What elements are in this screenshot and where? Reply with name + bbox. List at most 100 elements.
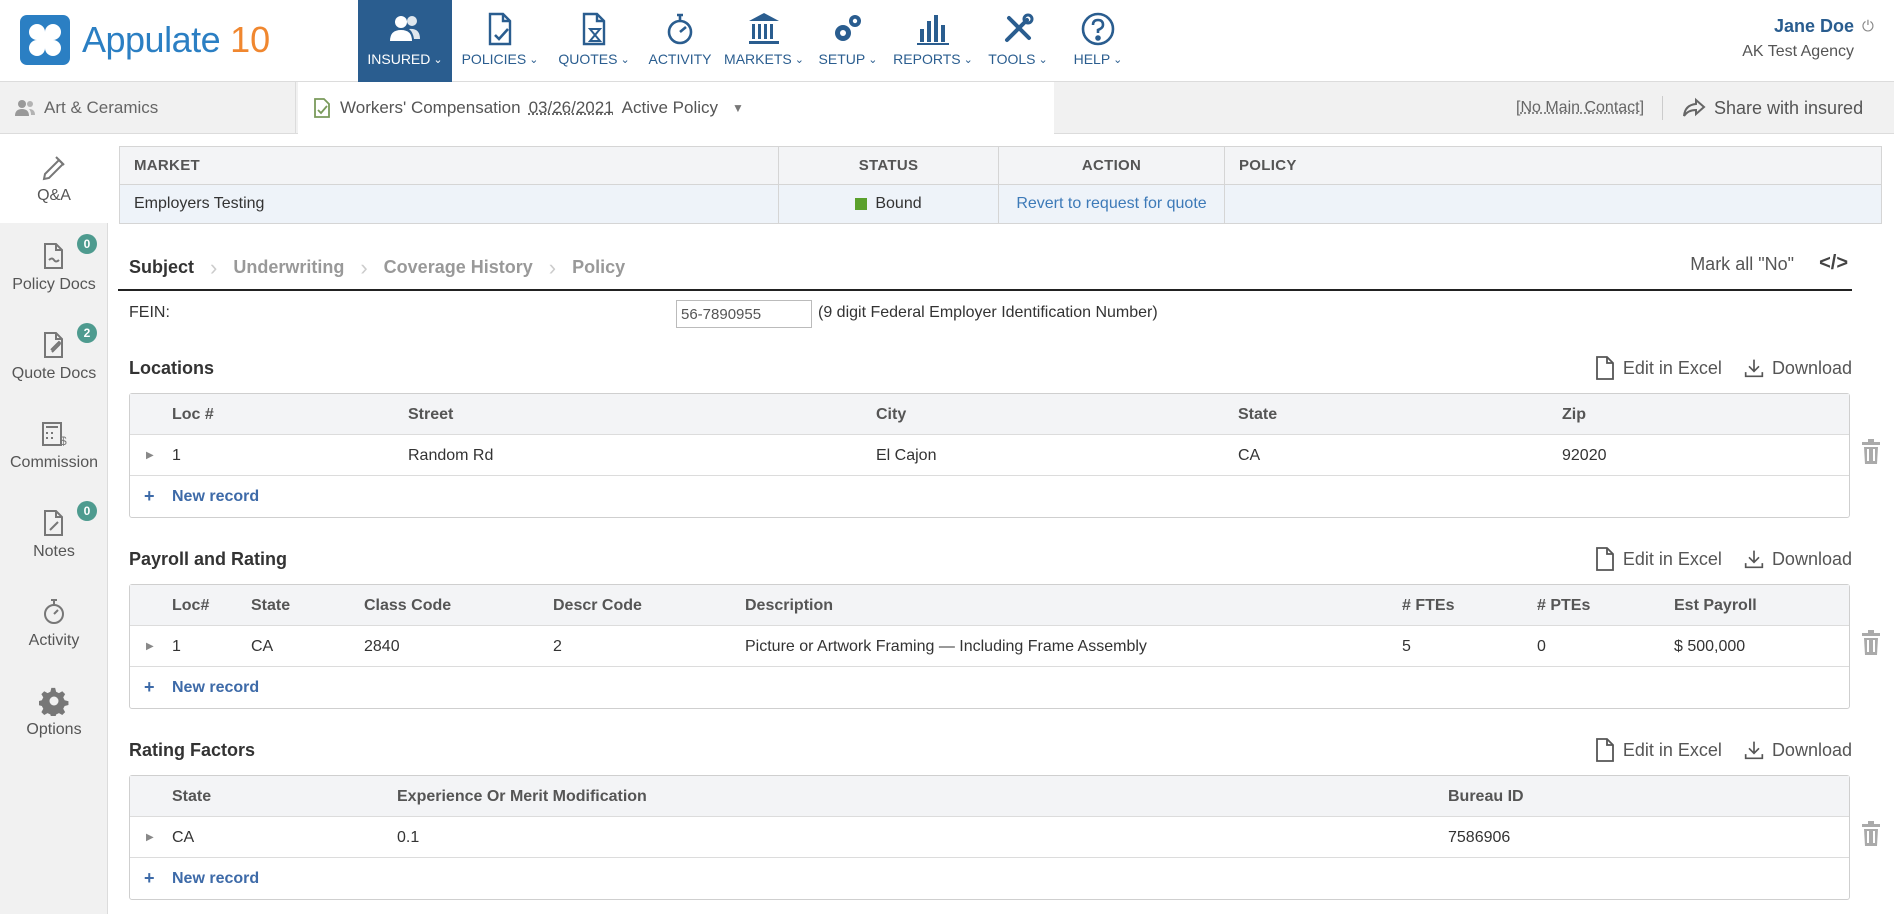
column-header-bureau-id: Bureau ID	[1448, 787, 1524, 805]
policy-docs-icon	[44, 243, 63, 269]
column-header-city: City	[876, 405, 907, 423]
column-header-class-code: Class Code	[364, 596, 452, 614]
app-logo[interactable]: Appulate 10	[20, 15, 270, 65]
column-header-loc: Loc#	[172, 596, 210, 614]
bank-icon	[749, 13, 779, 44]
tab-subject[interactable]: Subject	[129, 257, 194, 278]
chevron-right-icon: ›	[548, 254, 557, 280]
tab-underwriting[interactable]: Underwriting	[233, 257, 344, 278]
caret-down-icon[interactable]: ▼	[732, 101, 744, 115]
column-header-ftes: # FTEs	[1402, 596, 1455, 614]
rail-item-commission[interactable]: $ Commission	[0, 401, 108, 490]
rail-item-activity[interactable]: Activity	[0, 579, 108, 668]
status-text: Bound	[875, 195, 922, 212]
market-name: Employers Testing	[120, 185, 779, 223]
locations-edit-excel-button[interactable]: Edit in Excel	[1595, 356, 1722, 380]
locations-grid: Loc # Street City State Zip ▶ 1 Random R…	[129, 393, 1850, 518]
nav-insured[interactable]: INSURED ⌄	[358, 0, 452, 82]
download-icon	[1744, 550, 1764, 569]
left-rail: Q&A Policy Docs Quote Docs $ Commission …	[0, 134, 109, 914]
rating-edit-excel-button[interactable]: Edit in Excel	[1595, 738, 1722, 762]
user-info[interactable]: Jane Doe AK Test Agency	[1742, 16, 1854, 61]
column-header-state: State	[172, 787, 212, 805]
share-with-insured-button[interactable]: Share with insured	[1682, 82, 1863, 134]
markets-table: MARKET STATUS ACTION POLICY Employers Te…	[119, 146, 1882, 224]
nav-label: REPORTS	[893, 51, 961, 67]
rail-item-options[interactable]: Options	[0, 668, 108, 757]
new-record-label: New record	[172, 487, 260, 505]
cell-state: CA	[172, 828, 195, 846]
cell-city: El Cajon	[876, 446, 937, 464]
nav-policies[interactable]: POLICIES ⌄	[452, 0, 548, 82]
notes-count-badge: 0	[77, 501, 97, 521]
download-label: Download	[1771, 357, 1852, 378]
trash-icon[interactable]	[1860, 439, 1884, 465]
code-icon[interactable]: </>	[1819, 252, 1848, 275]
share-label: Share with insured	[1714, 97, 1864, 118]
payroll-new-record-button[interactable]: + New record	[130, 667, 1849, 708]
expand-row-icon[interactable]: ▶	[146, 435, 154, 476]
column-header-est-payroll: Est Payroll	[1674, 596, 1757, 614]
power-icon[interactable]: ⏻	[1862, 18, 1878, 35]
nav-activity[interactable]: ACTIVITY	[640, 0, 720, 82]
table-row[interactable]: ▶ 1 CA 2840 2 Picture or Artwork Framing…	[130, 626, 1849, 667]
clover-logo-icon	[20, 15, 70, 65]
rail-item-qa[interactable]: Q&A	[0, 134, 109, 223]
expand-row-icon[interactable]: ▶	[146, 626, 154, 667]
cell-zip: 92020	[1562, 446, 1607, 464]
calculator-icon: $	[42, 422, 67, 448]
rail-label: Policy Docs	[12, 276, 96, 293]
chevron-down-icon: ⌄	[963, 53, 973, 66]
policy-date[interactable]: 03/26/2021	[529, 98, 614, 118]
rating-new-record-button[interactable]: + New record	[130, 858, 1849, 899]
rating-download-button[interactable]: Download	[1744, 738, 1852, 762]
locations-new-record-button[interactable]: + New record	[130, 476, 1849, 517]
insured-name-bar[interactable]: Art & Ceramics	[0, 82, 296, 134]
column-header-status: STATUS	[779, 147, 999, 184]
trash-icon[interactable]	[1860, 630, 1884, 656]
cell-state: CA	[251, 637, 274, 655]
payroll-edit-excel-button[interactable]: Edit in Excel	[1595, 547, 1722, 571]
top-navigation-bar: Appulate 10 INSURED ⌄ POLICIES ⌄ QUOTES ⌄ A…	[0, 0, 1894, 82]
rail-label: Commission	[9, 454, 98, 471]
mark-all-no-button[interactable]: Mark all "No"	[1690, 254, 1794, 275]
context-bar: Art & Ceramics Workers' Compensation 03/…	[0, 82, 1894, 134]
nav-label: HELP	[1073, 51, 1111, 67]
nav-markets[interactable]: MARKETS ⌄	[720, 0, 808, 82]
chevron-down-icon: ⌄	[529, 53, 539, 66]
tab-coverage-history[interactable]: Coverage History	[384, 257, 533, 278]
column-header-state: State	[1238, 405, 1278, 423]
quote-docs-icon	[44, 332, 63, 358]
trash-icon[interactable]	[1860, 821, 1884, 847]
nav-help[interactable]: HELP ⌄	[1058, 0, 1138, 82]
table-row[interactable]: ▶ CA 0.1 7586906	[130, 817, 1849, 858]
chevron-right-icon: ›	[360, 254, 368, 280]
column-header-loc: Loc #	[172, 405, 214, 423]
revert-to-quote-link[interactable]: Revert to request for quote	[1016, 195, 1206, 213]
fein-input[interactable]	[676, 300, 812, 328]
column-header-state: State	[251, 596, 291, 614]
expand-row-icon[interactable]: ▶	[146, 817, 154, 858]
policy-docs-count-badge: 0	[77, 234, 97, 254]
nav-quotes[interactable]: QUOTES ⌄	[548, 0, 640, 82]
policy-selector[interactable]: Workers' Compensation 03/26/2021 Active …	[298, 82, 1054, 134]
cell-ptes: 0	[1537, 637, 1546, 655]
nav-tools[interactable]: TOOLS ⌄	[978, 0, 1058, 82]
nav-setup[interactable]: SETUP ⌄	[808, 0, 888, 82]
edit-label: Edit in Excel	[1622, 548, 1722, 569]
users-icon	[390, 16, 420, 41]
fein-hint: (9 digit Federal Employer Identification…	[818, 304, 1158, 321]
cell-ftes: 5	[1402, 637, 1411, 655]
locations-download-button[interactable]: Download	[1744, 356, 1852, 380]
policy-check-icon	[314, 98, 330, 118]
payroll-grid-header: Loc# State Class Code Descr Code Descrip…	[130, 585, 1849, 626]
tab-policy[interactable]: Policy	[572, 257, 625, 278]
chevron-down-icon: ⌄	[794, 53, 804, 66]
main-contact-link[interactable]: [No Main Contact]	[1516, 82, 1644, 134]
chevron-down-icon: ⌄	[620, 53, 630, 66]
new-record-label: New record	[172, 869, 260, 887]
payroll-download-button[interactable]: Download	[1744, 547, 1852, 571]
table-row[interactable]: ▶ 1 Random Rd El Cajon CA 92020	[130, 435, 1849, 476]
cell-street: Random Rd	[408, 446, 494, 464]
nav-reports[interactable]: REPORTS ⌄	[888, 0, 978, 82]
